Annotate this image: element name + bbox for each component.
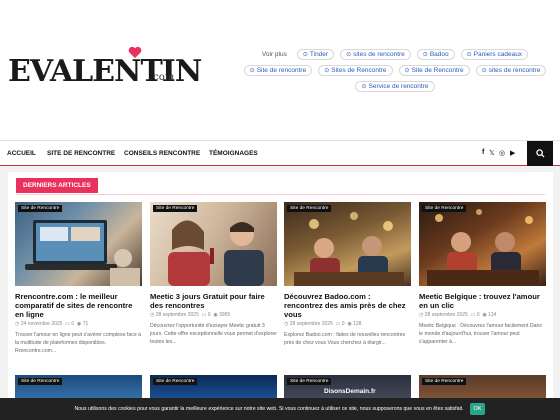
couple-image [168,220,264,286]
article-thumbnail[interactable]: Site de Rencontre [150,202,277,286]
tag-chip[interactable]: ⊙ Paniers cadeaux [460,48,529,60]
search-icon: ⊙ [361,83,367,90]
x-twitter-icon[interactable]: 𝕏 [489,149,495,157]
category-badge[interactable]: Site de Rencontre [422,378,467,385]
site-logo[interactable]: EVALENTIN .com [8,46,202,92]
section-divider [16,194,545,195]
youtube-icon[interactable]: ▶ [510,149,515,157]
article-thumbnail[interactable]: Site de Rencontre [15,202,142,286]
search-button[interactable] [527,141,553,166]
tag-row-1: Voir plus ⊙ Tinder ⊙ sites de rencontre ⊙ B… [235,48,555,60]
tag-chip[interactable]: ⊙ Sites de Rencontre [318,64,393,76]
site-header: EVALENTIN .com Voir plus ⊙ Tinder ⊙ sites … [0,0,560,140]
category-badge[interactable]: Site de Rencontre [422,205,467,212]
restaurant-image [427,209,539,286]
article-excerpt: Meetic Belgique : Découvrez l'amour faci… [419,323,542,345]
tag-row-2: ⊙ Site de rencontre ⊙ Sites de Rencontre ⊙… [235,64,555,76]
tag-chip[interactable]: ⊙ Service de rencontre [355,80,435,92]
tag-chip[interactable]: ⊙ Tinder [296,48,335,60]
cookie-text: Nous utilisons des cookies pour vous gar… [74,406,464,412]
article-card: Site de Rencontre Découvrez Badoo.com : … [284,202,411,347]
article-excerpt: Trouver l'amour en ligne peut s'avérer c… [15,332,142,354]
search-icon: ⊙ [346,51,352,58]
search-icon: ⊙ [324,67,330,74]
article-title[interactable]: Découvrez Badoo.com : rencontrez des ami… [284,292,411,319]
facebook-icon[interactable]: f [482,149,484,156]
tag-row-3: ⊙ Service de rencontre [235,80,555,92]
article-meta: ◷ 28 septembre 2025 ▭ 0 ◉ 128 [284,321,362,327]
section-title: DERNIERS ARTICLES [16,178,98,193]
search-icon [535,149,545,158]
article-meta: ◷ 28 septembre 2025 ▭ 0 ◉ 3955 [150,312,231,318]
nav-item-temoignages[interactable]: TÉMOIGNAGES [209,150,258,157]
category-badge[interactable]: Site de Rencontre [153,205,198,212]
search-icon: ⊙ [481,67,487,74]
search-icon: ⊙ [404,67,410,74]
logo-tld: .com [150,72,175,83]
category-badge[interactable]: Site de Rencontre [287,205,332,212]
tag-chip[interactable]: ⊙ sites de rencontre [340,48,411,60]
article-card: Site de Rencontre Meetic 3 jours Gratuit… [150,202,277,346]
nav-item-site-de-rencontre[interactable]: SITE DE RENCONTRE [47,150,115,157]
instagram-icon[interactable]: ◎ [499,149,505,157]
article-card: Site de Rencontre Meetic Belgique : trou… [419,202,546,346]
tag-chip[interactable]: ⊙ Site de Rencontre [398,64,470,76]
search-icon: ⊙ [302,51,308,58]
thumbnail-overlay-text: DisonsDemain.fr [324,388,376,395]
article-excerpt: Découvrez l'opportunité d'essayer Meetic… [150,323,277,345]
cookie-accept-button[interactable]: OK [469,403,486,415]
related-tags: Voir plus ⊙ Tinder ⊙ sites de rencontre ⊙ B… [235,48,555,96]
cookie-banner: Nous utilisons des cookies pour vous gar… [0,398,560,420]
tag-chip[interactable]: ⊙ Site de rencontre [243,64,313,76]
search-icon: ⊙ [422,51,428,58]
article-thumbnail[interactable]: Site de Rencontre [284,202,411,286]
article-title[interactable]: Meetic Belgique : trouvez l'amour en un … [419,292,546,310]
article-title[interactable]: Meetic 3 jours Gratuit pour faire des re… [150,292,277,310]
tag-chip[interactable]: ⊙ sites de rencontre [475,64,547,76]
category-badge[interactable]: Site de Rencontre [18,205,63,212]
category-badge[interactable]: Site de Rencontre [287,378,332,385]
category-badge[interactable]: Site de Rencontre [18,378,63,385]
main-nav: ACCUEIL SITE DE RENCONTRE CONSEILS RENCO… [0,140,560,166]
tag-chip[interactable]: ⊙ Badoo [416,48,455,60]
article-meta: ◷ 28 septembre 2025 ▭ 0 ◉ 134 [419,312,497,318]
voir-plus-label: Voir plus [261,50,287,58]
article-card: Site de Rencontre Rrencontre.com : le me… [15,202,142,355]
cafe-image [294,212,404,286]
category-badge[interactable]: Site de Rencontre [153,378,198,385]
article-thumbnail[interactable]: Site de Rencontre [419,202,546,286]
laptop-image [25,220,140,286]
article-meta: ◷ 24 novembre 2025 ▭ 0 ◉ 71 [15,321,89,327]
latest-articles-section: DERNIERS ARTICLES Site de Rencontre Rren… [8,172,553,420]
article-title[interactable]: Rrencontre.com : le meilleur comparatif … [15,292,142,319]
nav-item-accueil[interactable]: ACCUEIL [7,150,36,157]
nav-item-conseils-rencontre[interactable]: CONSEILS RENCONTRE [124,150,200,157]
article-excerpt: Explorez Badoo.com : faites de nouvelles… [284,332,406,346]
search-icon: ⊙ [249,67,255,74]
search-icon: ⊙ [466,51,472,58]
